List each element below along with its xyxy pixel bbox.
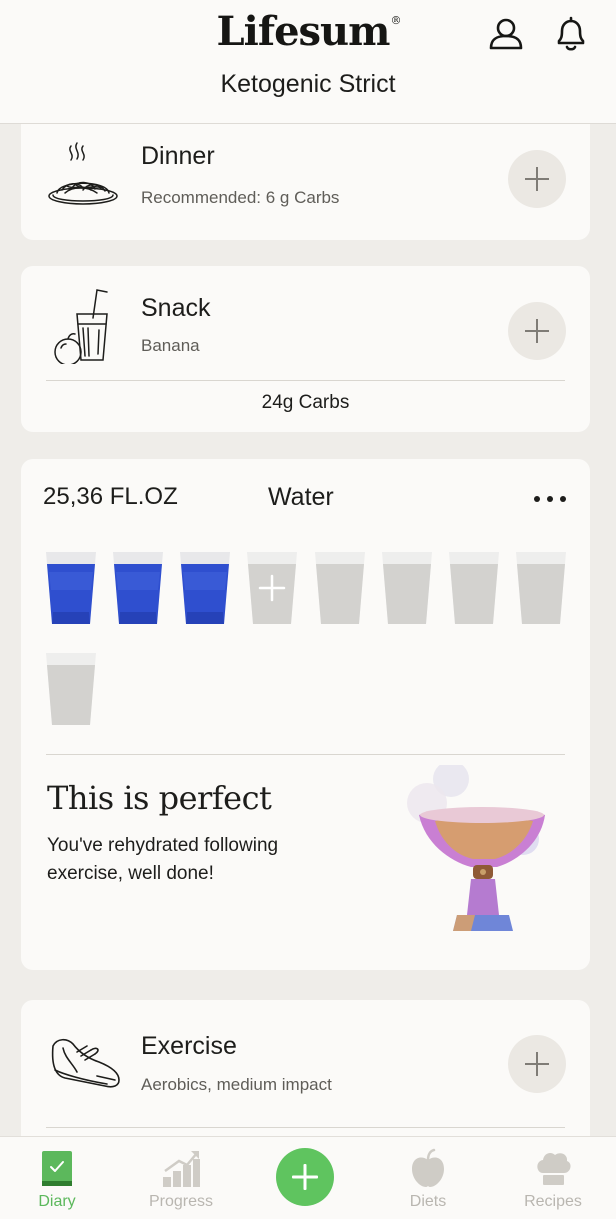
water-title: Water [268, 483, 334, 511]
smoothie-apple-icon [47, 288, 123, 366]
profile-icon[interactable] [486, 14, 526, 54]
water-card: 25,36 FL.OZ Water This is perfect You've… [21, 459, 590, 970]
chef-hat-icon [531, 1147, 575, 1191]
water-glass-filled[interactable] [112, 550, 164, 626]
apple-icon [406, 1147, 450, 1191]
add-water-glass[interactable] [246, 550, 298, 626]
nav-recipes[interactable]: Recipes [503, 1137, 603, 1219]
water-glass-filled[interactable] [179, 550, 231, 626]
nav-diets-label: Diets [409, 1193, 447, 1210]
app-header: Lifesum® Ketogenic Strict [0, 0, 616, 124]
water-glass-filled[interactable] [45, 550, 97, 626]
add-exercise-button[interactable] [508, 1035, 566, 1093]
nav-progress[interactable]: Progress [131, 1137, 231, 1219]
water-feedback-title: This is perfect [47, 779, 272, 817]
diary-book-icon [35, 1147, 79, 1191]
diet-name: Ketogenic Strict [220, 70, 396, 98]
snack-carbs-total: 24g Carbs [261, 392, 350, 413]
bottom-navigation: Diary Progress Diets Recipes [0, 1136, 616, 1219]
water-divider [46, 754, 565, 755]
exercise-subtitle: Aerobics, medium impact [141, 1075, 332, 1094]
add-entry-button[interactable] [276, 1148, 334, 1206]
add-snack-button[interactable] [508, 302, 566, 360]
trophy-icon [405, 761, 555, 945]
water-glass-empty[interactable] [314, 550, 366, 626]
nav-recipes-label: Recipes [524, 1193, 582, 1210]
nav-diary-label: Diary [38, 1193, 76, 1210]
more-options-icon[interactable] [530, 489, 570, 509]
exercise-title: Exercise [141, 1032, 237, 1060]
water-glass-empty[interactable] [515, 550, 567, 626]
progress-chart-icon [159, 1147, 203, 1191]
dinner-subtitle: Recommended: 6 g Carbs [141, 188, 340, 207]
exercise-divider [46, 1127, 565, 1128]
water-glass-empty[interactable] [45, 651, 97, 727]
water-feedback-message: You've rehydrated following exercise, we… [47, 835, 279, 884]
dinner-card[interactable]: Dinner Recommended: 6 g Carbs [21, 108, 590, 240]
nav-progress-label: Progress [148, 1193, 214, 1210]
sneaker-icon [47, 1026, 123, 1102]
water-glass-empty[interactable] [448, 550, 500, 626]
water-glass-empty[interactable] [381, 550, 433, 626]
add-dinner-button[interactable] [508, 150, 566, 208]
nav-diary[interactable]: Diary [7, 1137, 107, 1219]
nav-diets[interactable]: Diets [378, 1137, 478, 1219]
water-amount: 25,36 FL.OZ [43, 483, 178, 510]
logo-registered-mark: ® [390, 14, 401, 27]
snack-title: Snack [141, 294, 211, 322]
bell-icon[interactable] [551, 14, 591, 54]
logo-text: Lifesum [216, 8, 391, 55]
spaghetti-plate-icon [47, 138, 123, 214]
snack-subtitle: Banana [141, 336, 200, 355]
snack-card[interactable]: Snack Banana 24g Carbs [21, 266, 590, 432]
snack-divider [46, 380, 565, 381]
dinner-title: Dinner [141, 142, 215, 170]
